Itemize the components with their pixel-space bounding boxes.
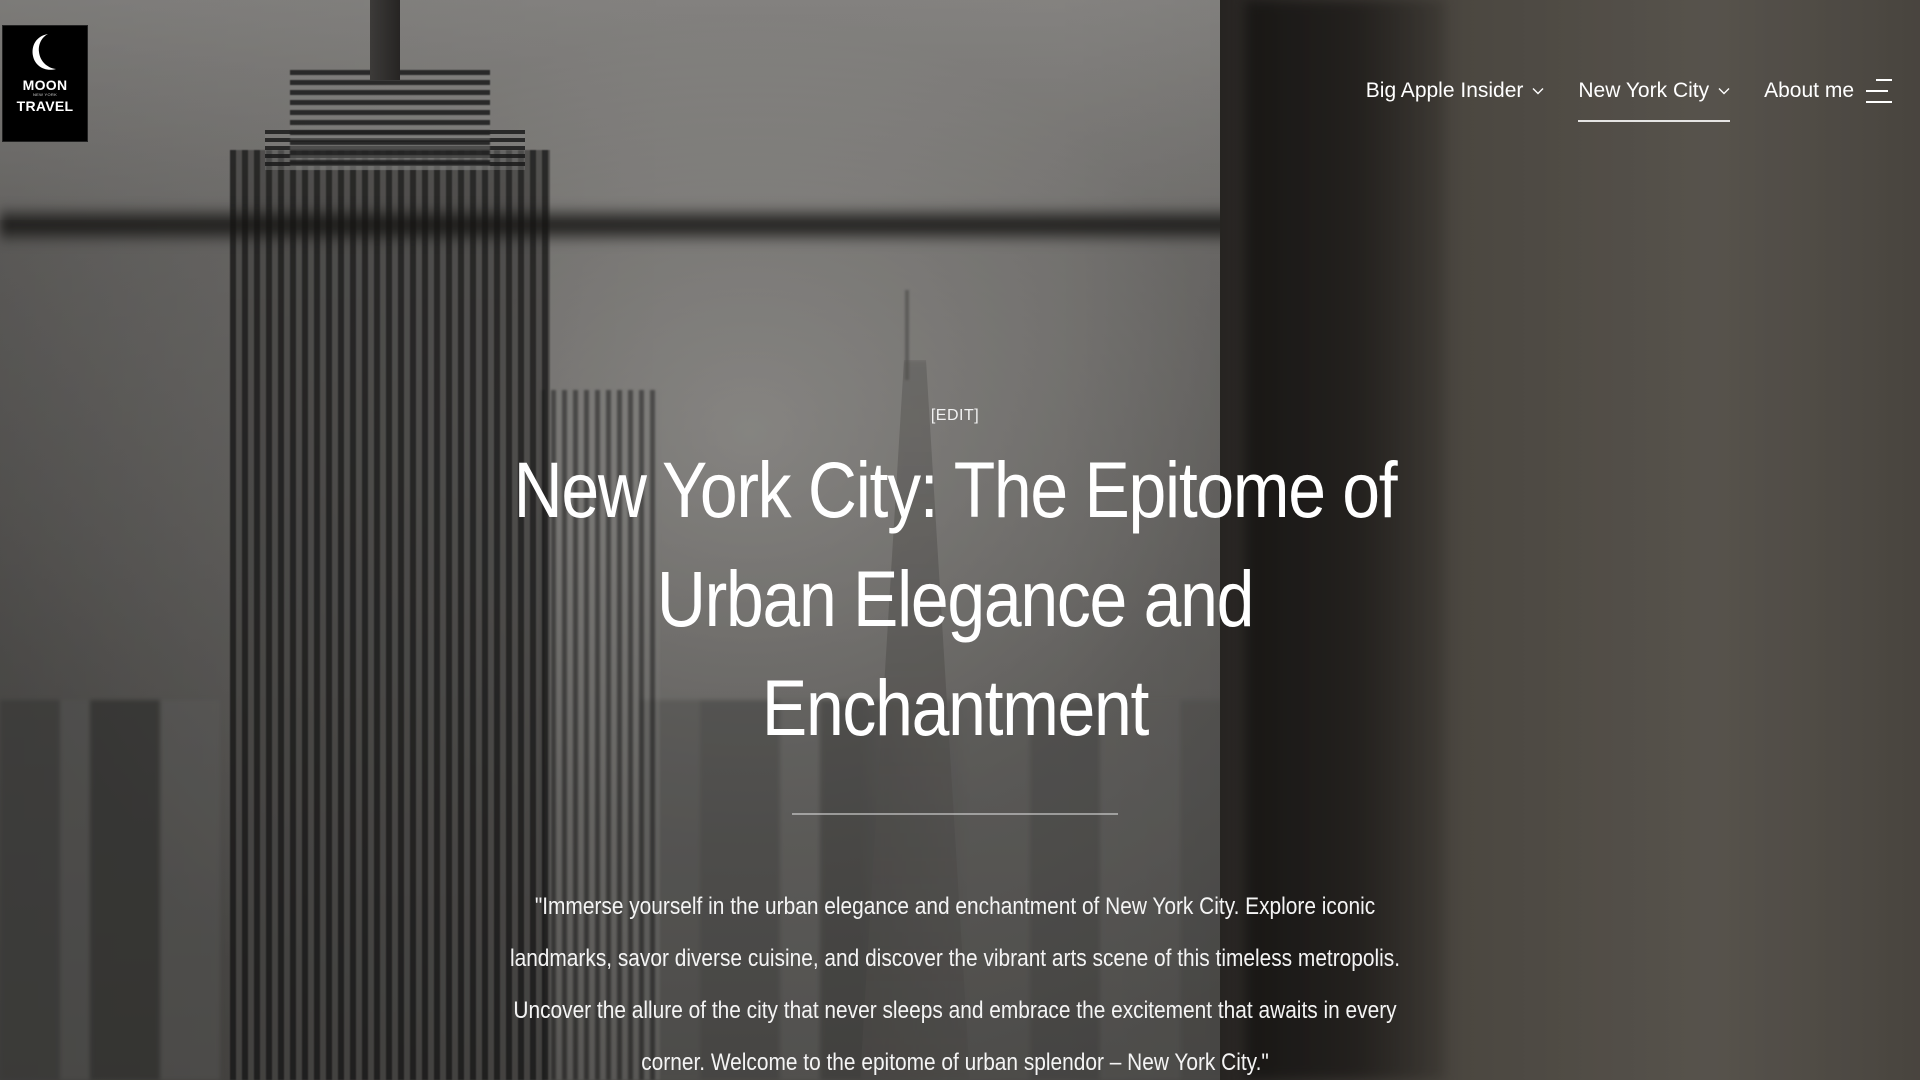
hero-excerpt: "Immerse yourself in the urban elegance … bbox=[509, 893, 1401, 1076]
hero-content: [EDIT] New York City: The Epitome of Urb… bbox=[0, 0, 1910, 1080]
page-title: New York City: The Epitome of Urban Eleg… bbox=[513, 445, 1398, 752]
edit-link[interactable]: [EDIT] bbox=[931, 407, 979, 425]
title-divider bbox=[792, 813, 1118, 815]
